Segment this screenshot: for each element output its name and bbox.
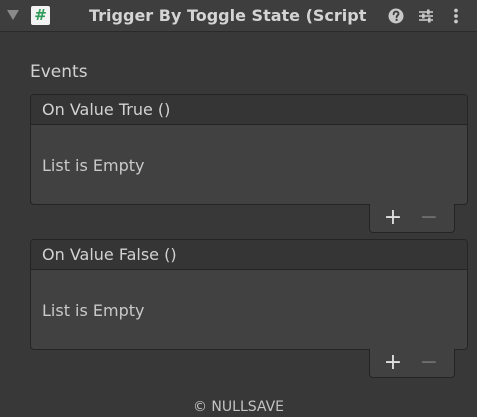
script-icon: # — [31, 6, 50, 25]
event-title: On Value False () — [42, 245, 177, 264]
preset-icon[interactable] — [417, 6, 435, 26]
menu-icon[interactable] — [447, 6, 465, 26]
event-on-value-false: On Value False () List is Empty — [30, 239, 468, 350]
empty-list-text: List is Empty — [42, 301, 145, 320]
remove-listener-button[interactable]: − — [411, 204, 447, 232]
event-header: On Value True () — [31, 95, 467, 125]
event-title: On Value True () — [42, 100, 171, 119]
event-list-footer: + − — [369, 204, 455, 233]
events-label: Events — [30, 62, 88, 82]
add-listener-button[interactable]: + — [375, 349, 411, 377]
event-header: On Value False () — [31, 240, 467, 270]
event-on-value-true: On Value True () List is Empty — [30, 94, 468, 205]
event-list-footer: + − — [369, 349, 455, 378]
component-title: Trigger By Toggle State (Script — [89, 6, 367, 25]
help-icon[interactable] — [387, 6, 405, 26]
remove-listener-button[interactable]: − — [411, 349, 447, 377]
empty-list-text: List is Empty — [42, 156, 145, 175]
foldout-arrow-icon[interactable] — [7, 10, 19, 20]
add-listener-button[interactable]: + — [375, 204, 411, 232]
component-header[interactable]: # Trigger By Toggle State (Script — [0, 0, 477, 32]
inspector-panel: # Trigger By Toggle State (Script Events… — [0, 0, 477, 417]
copyright-text: © NULLSAVE — [192, 399, 285, 415]
